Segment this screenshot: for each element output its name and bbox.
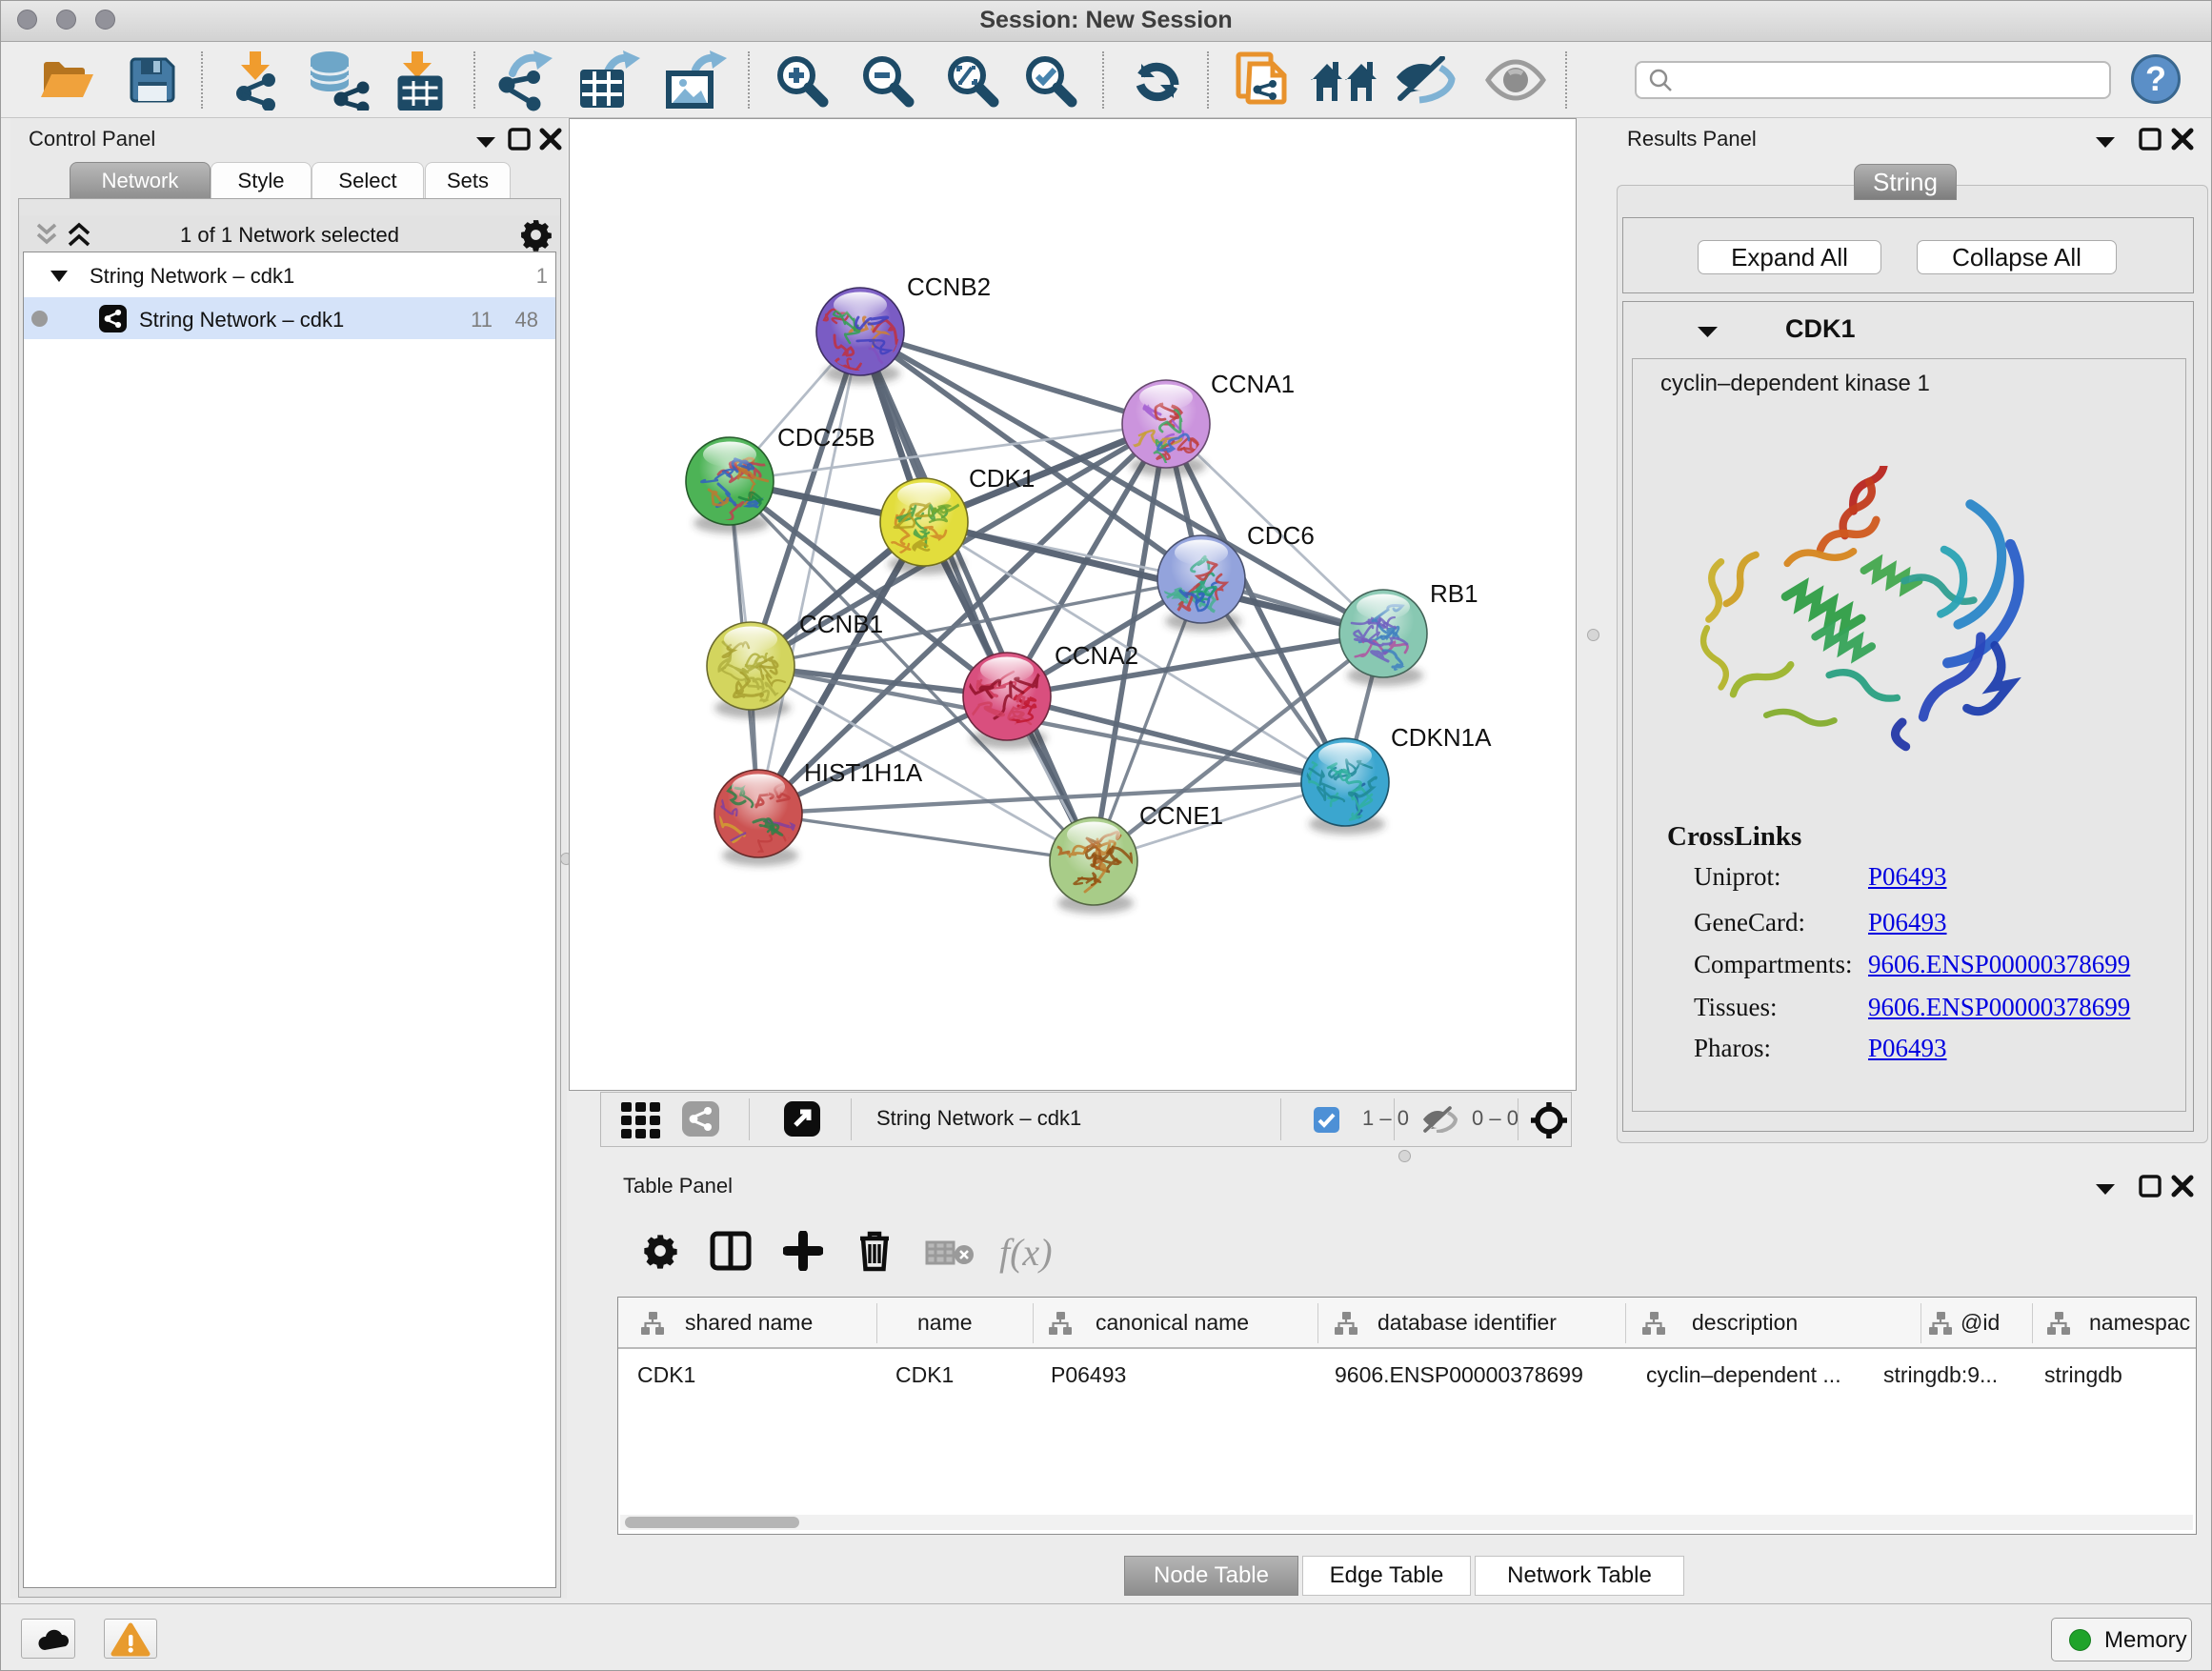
svg-text:CCNB2: CCNB2 [907, 272, 991, 301]
svg-text:RB1: RB1 [1430, 579, 1478, 608]
svg-text:CCNA2: CCNA2 [1055, 641, 1138, 670]
svg-text:HIST1H1A: HIST1H1A [804, 758, 923, 787]
svg-text:CCNB1: CCNB1 [799, 610, 883, 638]
svg-text:CDK1: CDK1 [969, 464, 1035, 493]
svg-text:CDC6: CDC6 [1247, 521, 1315, 550]
svg-text:CCNA1: CCNA1 [1211, 370, 1295, 398]
svg-text:CCNE1: CCNE1 [1139, 801, 1223, 830]
svg-text:CDKN1A: CDKN1A [1391, 723, 1492, 752]
svg-text:CDC25B: CDC25B [777, 423, 875, 452]
